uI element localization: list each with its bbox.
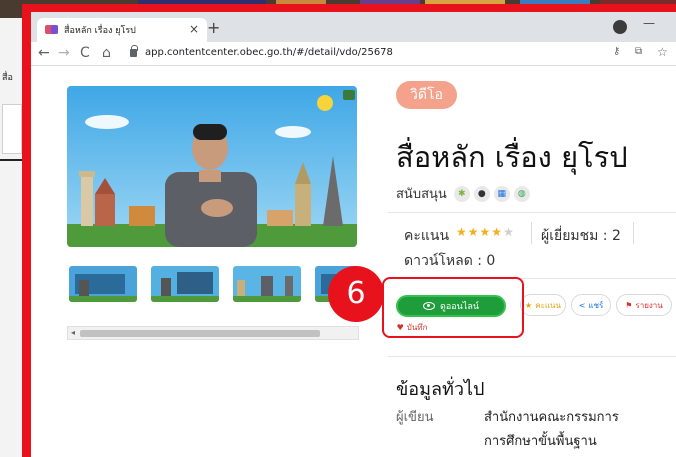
desktop-label: สื่อ <box>2 73 13 83</box>
star-filled-icon: ★ <box>456 225 468 239</box>
web-icon: ◍ <box>513 185 530 202</box>
desktop-window-fragment <box>2 104 22 154</box>
rate-button[interactable]: ★ คะแนน <box>520 294 566 316</box>
author-value-line1: สำนักงานคณะกรรมการ <box>484 410 619 425</box>
supported-platforms: สนับสนุน ✱ ● ▦ ◍ <box>396 183 530 204</box>
scroll-left-icon[interactable]: ◂ <box>71 327 75 339</box>
author-value-line2: การศึกษาขั้นพื้นฐาน <box>484 434 597 449</box>
step-number-badge: 6 <box>328 266 384 322</box>
thumbnail-strip <box>69 266 359 304</box>
star-icon: ★ <box>525 300 533 310</box>
share-label: แชร์ <box>588 300 604 310</box>
forward-button[interactable]: → <box>58 44 70 62</box>
apple-icon: ● <box>473 185 490 202</box>
flag-icon: ⚑ <box>625 300 633 310</box>
lock-icon[interactable] <box>130 45 138 57</box>
step-highlight-box <box>382 277 524 338</box>
star-filled-icon: ★ <box>491 225 504 239</box>
report-button[interactable]: ⚑ รายงาน <box>616 294 672 316</box>
tab-close-button[interactable]: × <box>189 21 199 37</box>
video-frame <box>67 86 357 247</box>
reload-button[interactable]: C <box>80 44 90 62</box>
star-filled-icon: ★ <box>479 225 492 239</box>
thumbnail-scrollbar[interactable]: ◂ <box>67 326 359 340</box>
divider <box>388 212 676 213</box>
video-thumbnail[interactable] <box>233 266 301 302</box>
page-content: ◂ วิดีโอ สื่อหลัก เรื่อง ยุโรป สนับสนุน … <box>31 66 676 457</box>
share-icon: < <box>578 300 586 310</box>
new-tab-button[interactable]: + <box>207 18 220 38</box>
star-empty-icon: ★ <box>503 225 515 239</box>
desktop-side-panel: สื่อ <box>0 18 22 457</box>
translate-icon[interactable]: ⧉ <box>635 46 642 57</box>
divider <box>388 356 676 357</box>
windows-icon: ▦ <box>493 185 510 202</box>
content-type-badge: วิดีโอ <box>396 81 457 109</box>
video-thumbnail[interactable] <box>151 266 219 302</box>
rating-stars: ★★★★★ <box>456 225 515 239</box>
browser-tab-active[interactable]: สื่อหลัก เรื่อง ยุโรป × <box>37 18 207 42</box>
view-count: ผู้เยี่ยมชม : 2 <box>541 228 621 244</box>
star-filled-icon: ★ <box>467 225 480 239</box>
score-label: คะแนน <box>404 228 450 244</box>
screenshot: สื่อ สื่อหลัก เรื่อง ยุโรป × + — ← → C ⌂… <box>0 0 676 457</box>
support-label: สนับสนุน <box>396 187 447 202</box>
share-button[interactable]: < แชร์ <box>571 294 611 316</box>
video-player[interactable] <box>67 86 357 247</box>
tab-title: สื่อหลัก เรื่อง ยุโรป <box>64 26 136 36</box>
minimize-window-button[interactable]: — <box>643 16 655 30</box>
rate-label: คะแนน <box>535 300 561 310</box>
general-info-heading: ข้อมูลทั่วไป <box>396 379 485 400</box>
scrollbar-thumb[interactable] <box>80 330 320 337</box>
report-label: รายงาน <box>635 300 663 310</box>
divider <box>0 159 22 161</box>
android-icon: ✱ <box>453 185 470 202</box>
key-icon[interactable]: ⚷ <box>613 46 620 57</box>
video-thumbnail[interactable] <box>69 266 137 302</box>
home-button[interactable]: ⌂ <box>102 44 111 62</box>
url-field[interactable]: app.contentcenter.obec.go.th/#/detail/vd… <box>145 47 393 58</box>
bookmark-star-icon[interactable]: ☆ <box>657 45 668 59</box>
annotation-frame-top <box>22 4 676 12</box>
annotation-frame-left <box>22 4 31 457</box>
site-favicon-accent <box>51 25 58 34</box>
page-title: สื่อหลัก เรื่อง ยุโรป <box>396 140 628 174</box>
back-button[interactable]: ← <box>38 44 50 62</box>
author-label: ผู้เขียน <box>396 410 434 425</box>
divider <box>633 222 634 244</box>
profile-avatar[interactable] <box>613 20 627 34</box>
browser-toolbar: ← → C ⌂ app.contentcenter.obec.go.th/#/d… <box>31 42 676 66</box>
divider <box>531 222 532 244</box>
download-count: ดาวน์โหลด : 0 <box>404 253 496 269</box>
browser-tab-bar: สื่อหลัก เรื่อง ยุโรป × + — <box>31 12 676 42</box>
